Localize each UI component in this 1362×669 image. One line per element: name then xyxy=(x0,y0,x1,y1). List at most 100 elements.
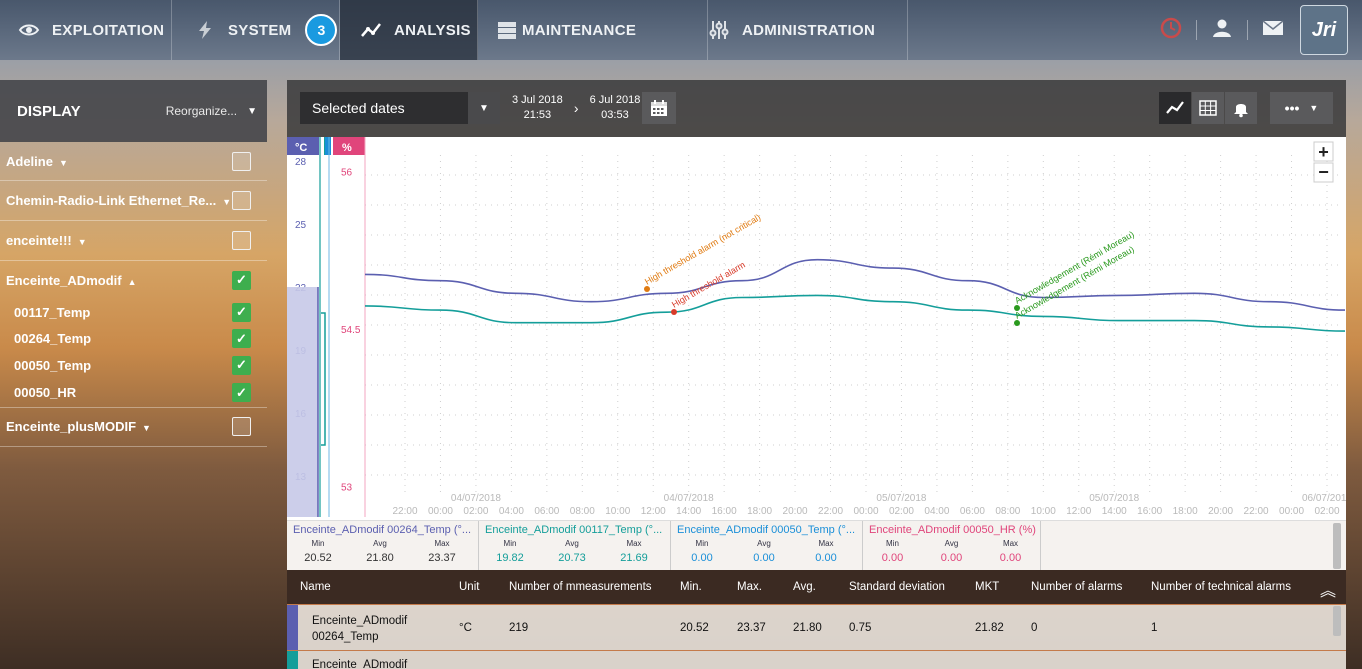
series-color-marker xyxy=(287,651,298,669)
table-view-button[interactable] xyxy=(1192,92,1224,124)
table-row[interactable]: Enceinte_ADmodif xyxy=(287,650,1346,669)
tab-exploitation[interactable]: EXPLOITATION xyxy=(0,0,172,60)
zoom-in-icon: + xyxy=(1318,142,1329,162)
group-label: Adeline xyxy=(6,153,53,169)
date-range[interactable]: 3 Jul 2018 21:53 › 6 Jul 2018 03:53 xyxy=(512,93,640,123)
chevron-up-icon[interactable]: ▲ xyxy=(128,277,137,287)
table-scrollbar[interactable] xyxy=(1333,606,1341,636)
x-axis-hour-label: 18:00 xyxy=(1173,506,1198,517)
chevron-down-icon[interactable]: ▼ xyxy=(78,237,87,247)
chevron-down-icon[interactable]: ▼ xyxy=(222,197,231,207)
group-label: Chemin-Radio-Link Ethernet_Re... xyxy=(6,193,217,208)
mail-icon[interactable] xyxy=(1262,19,1284,42)
col-count[interactable]: Number of mmeasurements xyxy=(509,581,652,593)
x-axis-date-label: 04/07/2018 xyxy=(451,493,501,504)
x-axis-hour-label: 06:00 xyxy=(960,506,985,517)
sensor-checkbox[interactable]: ✓ xyxy=(232,329,251,349)
sensor-item[interactable]: 00264_Temp ✓ xyxy=(0,326,267,353)
x-axis-hour-label: 00:00 xyxy=(853,506,878,517)
collapse-icon[interactable]: ︽ xyxy=(1320,577,1336,601)
sensor-item[interactable]: 00050_HR ✓ xyxy=(0,379,267,407)
tab-maintenance[interactable]: MAINTENANCE xyxy=(478,0,708,60)
top-right-actions: Jri xyxy=(1160,0,1362,60)
col-std[interactable]: Standard deviation xyxy=(849,581,945,593)
x-axis-hour-label: 06:00 xyxy=(534,506,559,517)
sensor-item[interactable]: 00117_Temp ✓ xyxy=(0,299,267,326)
x-axis-hour-label: 00:00 xyxy=(428,506,453,517)
chart-line-icon xyxy=(360,19,382,41)
group-label: Enceinte_plusMODIF xyxy=(6,419,137,434)
legend-avg: 0.00 xyxy=(753,552,775,564)
analysis-toolbar: Selected dates ▼ 3 Jul 2018 21:53 › 6 Jul… xyxy=(287,80,1346,137)
legend-max: 0.00 xyxy=(815,552,837,564)
chevron-down-icon[interactable]: ▼ xyxy=(247,106,257,117)
row-std: 0.75 xyxy=(849,622,872,634)
eye-icon xyxy=(18,19,40,41)
legend-key-max: Max xyxy=(1002,539,1019,548)
col-mkt[interactable]: MKT xyxy=(975,581,999,593)
chevron-down-icon[interactable]: ▼ xyxy=(468,92,500,124)
period-select-value: Selected dates xyxy=(312,100,405,116)
calendar-button[interactable] xyxy=(642,92,676,124)
legend-key-avg: Avg xyxy=(944,539,959,548)
col-alarms[interactable]: Number of alarms xyxy=(1031,581,1122,593)
legend-scrollbar[interactable] xyxy=(1333,523,1341,569)
group-checkbox[interactable] xyxy=(232,417,251,436)
temp-range-band xyxy=(287,287,318,517)
group-checkbox[interactable] xyxy=(232,151,251,171)
x-axis-hour-label: 20:00 xyxy=(783,506,808,517)
jri-logo[interactable]: Jri xyxy=(1300,5,1348,55)
hr-axis-tick: 56 xyxy=(341,168,353,179)
sensor-checkbox[interactable]: ✓ xyxy=(232,302,251,322)
sidebar-group-chemin[interactable]: Chemin-Radio-Link Ethernet_Re... ▼ xyxy=(0,181,267,221)
clock-alarm-icon[interactable] xyxy=(1160,17,1182,44)
group-checkbox[interactable] xyxy=(232,191,251,210)
chart-area[interactable]: °C282522191613%5654.553High threshold al… xyxy=(287,137,1352,520)
sensor-checkbox[interactable]: ✓ xyxy=(232,355,251,375)
group-checkbox[interactable] xyxy=(232,231,251,250)
legend-series-2[interactable]: Enceinte_ADmodif 00117_Temp (°... Min 19.… xyxy=(479,521,671,571)
col-min[interactable]: Min. xyxy=(680,581,702,593)
sensor-label: 00264_Temp xyxy=(14,331,92,347)
table-row[interactable]: Enceinte_ADmodif 00264_Temp °C 219 20.52 … xyxy=(287,604,1346,650)
col-tech-alarms[interactable]: Number of technical alarms xyxy=(1151,581,1291,593)
tab-analysis[interactable]: ANALYSIS xyxy=(340,0,478,60)
chevron-down-icon[interactable]: ▼ xyxy=(59,158,68,168)
col-unit[interactable]: Unit xyxy=(459,581,479,593)
legend-max: 0.00 xyxy=(999,552,1022,564)
reorganize-dropdown[interactable]: Reorganize... xyxy=(166,104,237,118)
tab-administration[interactable]: ADMINISTRATION xyxy=(708,0,908,60)
tab-system[interactable]: SYSTEM 3 xyxy=(172,0,340,60)
separator xyxy=(1196,20,1197,40)
user-icon[interactable] xyxy=(1211,17,1233,44)
period-select[interactable]: Selected dates ▼ xyxy=(300,92,500,124)
x-axis-hour-label: 22:00 xyxy=(392,506,417,517)
col-name[interactable]: Name xyxy=(300,581,331,593)
line-chart[interactable]: °C282522191613%5654.553High threshold al… xyxy=(287,137,1352,520)
sidebar-group-enceinte[interactable]: enceinte!!! ▼ xyxy=(0,221,267,261)
sensor-item[interactable]: 00050_Temp ✓ xyxy=(0,352,267,379)
more-options-button[interactable]: ••• ▼ xyxy=(1270,92,1333,124)
chart-line-icon xyxy=(1166,101,1184,114)
tab-label: MAINTENANCE xyxy=(522,21,637,39)
col-avg[interactable]: Avg. xyxy=(793,581,816,593)
chevron-right-icon: › xyxy=(573,100,579,116)
row-name-line1: Enceinte_ADmodif xyxy=(312,659,408,669)
series-line-00117-temp[interactable] xyxy=(364,294,1346,332)
legend-series-3[interactable]: Enceinte_ADmodif 00050_Temp (°... Min 0.0… xyxy=(671,521,863,571)
group-checkbox[interactable]: ✓ xyxy=(232,270,251,290)
alarms-view-button[interactable] xyxy=(1225,92,1257,124)
legend-series-1[interactable]: Enceinte_ADmodif 00264_Temp (°... Min 20.… xyxy=(287,521,479,571)
display-sidebar: DISPLAY Reorganize... ▼ Adeline ▼ Chemin-… xyxy=(0,80,267,669)
group-header[interactable]: Enceinte_ADmodif ▲ ✓ xyxy=(0,261,267,299)
sidebar-group-enceinte-plusmodif[interactable]: Enceinte_plusMODIF ▼ xyxy=(0,408,267,447)
col-max[interactable]: Max. xyxy=(737,581,762,593)
legend-series-4[interactable]: Enceinte_ADmodif 00050_HR (%) Min 0.00 Av… xyxy=(863,521,1041,571)
chevron-down-icon[interactable]: ▼ xyxy=(142,423,151,433)
hr-axis-tick: 53 xyxy=(341,483,353,494)
sidebar-group-adeline[interactable]: Adeline ▼ xyxy=(0,142,267,181)
sensor-checkbox[interactable]: ✓ xyxy=(232,383,251,402)
sensor-label: 00050_HR xyxy=(14,385,77,400)
series-line-00264-temp[interactable] xyxy=(364,258,1346,311)
graph-view-button[interactable] xyxy=(1159,92,1191,124)
